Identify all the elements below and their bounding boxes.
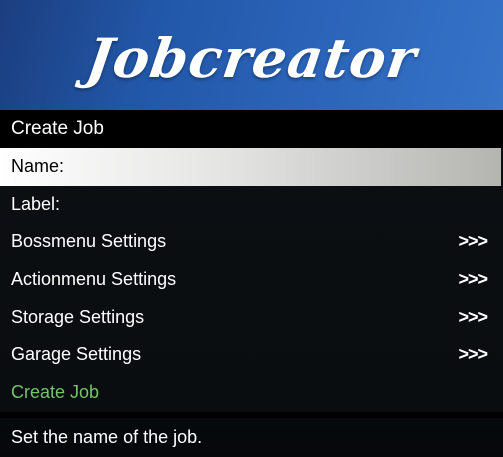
menu-item-name[interactable]: Name:	[0, 148, 501, 186]
menu-item-garage-settings[interactable]: Garage Settings >>>	[0, 336, 503, 374]
menu-item-actionmenu-settings[interactable]: Actionmenu Settings >>>	[0, 261, 503, 299]
menu-item-label: Garage Settings	[11, 344, 142, 365]
menu-item-label: Storage Settings	[11, 306, 145, 327]
menu-item-label: Name:	[11, 156, 65, 176]
banner-title: Jobcreator	[82, 26, 421, 90]
menu-items: Name: Label: Bossmenu Settings >>> Actio…	[0, 148, 503, 412]
menu-item-label: Actionmenu Settings	[11, 269, 177, 290]
menu-subtitle: Create Job	[0, 110, 503, 148]
jobcreator-menu: Jobcreator Create Job Name: Label: Bossm…	[0, 0, 503, 457]
menu-item-label-field[interactable]: Label:	[0, 186, 503, 224]
menu-banner: Jobcreator	[0, 0, 503, 110]
create-job-button[interactable]: Create Job	[0, 374, 503, 412]
menu-description: Set the name of the job.	[0, 418, 503, 457]
menu-item-bossmenu-settings[interactable]: Bossmenu Settings >>>	[0, 223, 503, 261]
submenu-arrow-icon: >>>	[458, 231, 488, 252]
menu-item-label: Bossmenu Settings	[11, 231, 167, 252]
submenu-arrow-icon: >>>	[458, 344, 488, 365]
menu-item-storage-settings[interactable]: Storage Settings >>>	[0, 299, 503, 337]
submenu-arrow-icon: >>>	[458, 269, 488, 290]
menu-item-label: Create Job	[11, 382, 100, 403]
menu-item-label: Label:	[11, 193, 61, 214]
submenu-arrow-icon: >>>	[458, 306, 488, 327]
